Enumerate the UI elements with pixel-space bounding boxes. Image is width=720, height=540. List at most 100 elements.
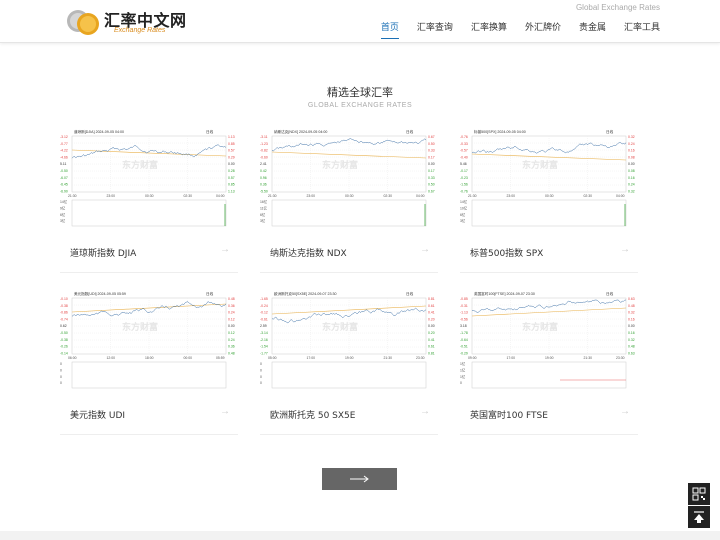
volume-tick: 14亿 <box>460 199 468 204</box>
x-tick: 00:00 <box>184 356 193 360</box>
card-divider <box>60 434 238 435</box>
chart-type: 日线 <box>606 129 614 134</box>
y-tick-right: 0.63 <box>628 297 635 301</box>
index-label[interactable]: 美元指数 UDI <box>70 408 125 421</box>
chart-header: 纳斯达克[NDX] 2024-09-05 04:00 <box>274 129 327 134</box>
volume-tick: 3亿 <box>260 218 266 223</box>
index-card[interactable]: 美元指数[UDI] 2024-09-05 05:59 日线 东方财富 -0.10 -0.… <box>60 290 238 440</box>
y-tick-right: 0.17 <box>428 169 435 173</box>
y-tick-right: 0.32 <box>628 338 635 342</box>
y-tick-left: -0.31 <box>460 304 468 308</box>
y-tick-right: 0.00 <box>228 324 235 328</box>
watermark: 东方财富 <box>122 159 158 170</box>
y-tick-left: -4.22 <box>60 149 68 153</box>
y-tick-left: -0.60 <box>260 155 268 159</box>
y-tick-right: 0.61 <box>428 304 435 308</box>
y-tick-left: -0.26 <box>60 345 68 349</box>
index-chart: 美元指数[UDI] 2024-09-05 05:59 日线东方财富 -0.10 -0.… <box>60 291 235 389</box>
y-tick-right: 0.24 <box>628 183 635 187</box>
x-tick: 19:00 <box>545 356 554 360</box>
volume-tick: 0 <box>260 381 262 385</box>
x-tick: 17:00 <box>507 356 516 360</box>
x-tick: 02:30 <box>184 194 193 198</box>
y-tick-left: -1.23 <box>260 142 268 146</box>
chart-header: 道琼斯[DJIA] 2024-09-05 04:00 <box>74 129 124 134</box>
y-tick-right: 0.50 <box>428 183 435 187</box>
main-nav: 首页 汇率查询 汇率换算 外汇牌价 贵金属 汇率工具 <box>363 20 660 39</box>
x-tick: 21:30 <box>584 356 593 360</box>
y-tick-right: 0.12 <box>228 331 235 335</box>
back-to-top-button[interactable] <box>688 506 710 528</box>
y-tick-left: -0.82 <box>260 149 268 153</box>
y-tick-right: 0.81 <box>428 297 435 301</box>
volume-tick: 0 <box>260 368 262 372</box>
arrow-right-icon[interactable]: → <box>420 406 430 417</box>
y-tick-left: -0.50 <box>60 169 68 173</box>
arrow-right-icon[interactable]: → <box>220 244 230 255</box>
y-tick-right: 0.41 <box>428 338 435 342</box>
volume-tick: 1亿 <box>460 361 466 366</box>
index-label[interactable]: 纳斯达克指数 NDX <box>270 246 347 259</box>
volume-tick: 3亿 <box>60 218 66 223</box>
y-tick-left: -0.33 <box>460 142 468 146</box>
nav-item-4[interactable]: 贵金属 <box>579 20 606 39</box>
y-tick-left: -0.74 <box>60 317 68 321</box>
index-label[interactable]: 道琼斯指数 DJIA <box>70 246 136 259</box>
section-subtitle: GLOBAL EXCHANGE RATES <box>307 102 413 109</box>
volume-tick: 0 <box>260 375 262 379</box>
y-tick-left: -1.56 <box>460 183 468 187</box>
x-tick: 23:00 <box>507 194 516 198</box>
qr-code-button[interactable] <box>688 483 710 505</box>
card-divider <box>260 272 438 273</box>
arrow-right-icon[interactable]: → <box>220 406 230 417</box>
card-divider <box>460 272 638 273</box>
y-tick-left: -4.66 <box>60 155 68 159</box>
qr-code-icon <box>692 487 706 501</box>
index-card[interactable]: 标普500[SPX] 2024-09-05 04:00 日线 东方财富 -0.76 -0… <box>460 128 638 278</box>
arrow-right-icon[interactable]: → <box>620 406 630 417</box>
y-tick-right: 0.16 <box>628 331 635 335</box>
y-tick-left: 0.42 <box>260 169 267 173</box>
index-label[interactable]: 英国富时100 FTSE <box>470 408 548 421</box>
volume-tick: 0 <box>260 362 262 366</box>
volume-tick: 14亿 <box>60 199 68 204</box>
arrow-right-icon[interactable]: → <box>620 244 630 255</box>
chart-type: 日线 <box>206 129 214 134</box>
volume-frame <box>471 361 627 389</box>
x-tick: 05:59 <box>216 356 225 360</box>
volume-tick: 10亿 <box>460 205 468 210</box>
y-tick-right: 0.24 <box>228 338 235 342</box>
volume-tick: 6亿 <box>60 212 66 217</box>
x-tick: 21:30 <box>384 356 393 360</box>
y-tick-right: 0.32 <box>628 189 635 193</box>
index-card[interactable]: 英国富时100[FTSE] 2024-09-07 23:30 日线 东方财富 -0.8… <box>460 290 638 440</box>
volume-tick: 0 <box>60 368 62 372</box>
x-tick: 00:30 <box>545 194 554 198</box>
nav-item-1[interactable]: 汇率查询 <box>417 20 453 39</box>
index-label[interactable]: 欧洲斯托克 50 SX5E <box>270 408 355 421</box>
y-tick-right: 0.36 <box>228 304 235 308</box>
chart-type: 日线 <box>406 291 414 296</box>
index-card[interactable]: 欧洲斯托克50[SX5E] 2024-09-07 23:30 日线 东方财富 -1.6… <box>260 290 438 440</box>
index-card[interactable]: 道琼斯[DJIA] 2024-09-05 04:00 日线 东方财富 -3.12 -0.… <box>60 128 238 278</box>
y-tick-right: 0.24 <box>228 311 235 315</box>
y-tick-right: 0.16 <box>628 317 635 321</box>
x-tick: 09:00 <box>468 356 477 360</box>
y-tick-left: -0.85 <box>460 297 468 301</box>
nav-item-5[interactable]: 汇率工具 <box>624 20 660 39</box>
y-tick-right: 0.57 <box>228 176 235 180</box>
nav-item-3[interactable]: 外汇牌价 <box>525 20 561 39</box>
logo[interactable]: 汇率中文网 Exchange Rates <box>66 5 196 39</box>
index-label[interactable]: 标普500指数 SPX <box>470 246 543 259</box>
y-tick-left: -1.13 <box>460 311 468 315</box>
y-tick-left: -6.90 <box>60 189 68 193</box>
more-button[interactable] <box>322 468 397 490</box>
y-tick-right: 0.36 <box>228 345 235 349</box>
y-tick-left: 2.41 <box>260 162 267 166</box>
watermark: 东方财富 <box>322 321 358 332</box>
nav-item-2[interactable]: 汇率换算 <box>471 20 507 39</box>
index-card[interactable]: 纳斯达克[NDX] 2024-09-05 04:00 日线 东方财富 -3.11 -1.… <box>260 128 438 278</box>
nav-item-0[interactable]: 首页 <box>380 20 399 39</box>
y-tick-right: 0.12 <box>228 317 235 321</box>
arrow-right-icon[interactable]: → <box>420 244 430 255</box>
